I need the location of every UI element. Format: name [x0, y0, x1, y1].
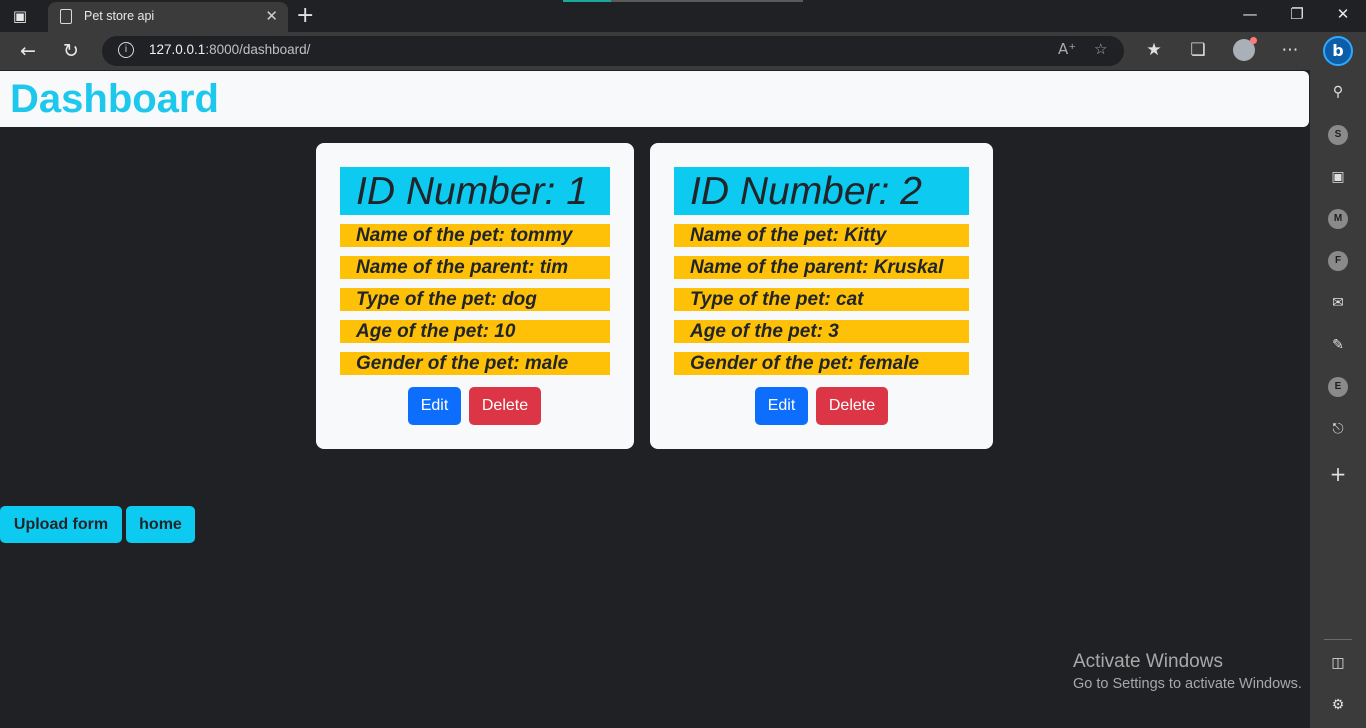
bell-icon[interactable]: ⎋ [1328, 419, 1348, 439]
address-bar-row: ← ↻ i 127.0.0.1:8000/dashboard/ A⁺ ☆ ★ ❏… [0, 32, 1366, 70]
tab-strip: ▣ Pet store api ✕ + — ❐ ✕ [0, 0, 1366, 32]
more-icon[interactable]: ⋯ [1278, 40, 1302, 60]
minimize-icon[interactable]: — [1230, 5, 1270, 23]
sidebar-app-s[interactable]: S [1328, 125, 1348, 145]
url-input[interactable]: i 127.0.0.1:8000/dashboard/ A⁺ ☆ [102, 36, 1124, 66]
info-icon[interactable]: i [118, 42, 134, 58]
page-title: Dashboard [10, 77, 219, 121]
outlook-icon[interactable]: ✉ [1328, 293, 1348, 313]
star-plus-icon[interactable]: ☆ [1094, 40, 1107, 58]
browser-tab[interactable]: Pet store api ✕ [48, 2, 288, 32]
drawing-icon[interactable]: ✎ [1328, 335, 1348, 355]
sidebar-app-f[interactable]: F [1328, 251, 1348, 271]
upload-form-button[interactable]: Upload form [0, 506, 122, 543]
pet-gender: Gender of the pet: male [340, 352, 610, 375]
edge-sidebar: ⚲ S ▣ M F ✉ ✎ E ⎋ + ◫ ⚙ [1310, 70, 1366, 728]
pet-card: ID Number: 2 Name of the pet: Kitty Name… [650, 143, 993, 449]
bing-icon[interactable]: b [1323, 36, 1353, 66]
activation-watermark-subtitle: Go to Settings to activate Windows. [1073, 676, 1302, 692]
url-text: 127.0.0.1:8000/dashboard/ [149, 42, 311, 57]
close-icon[interactable]: ✕ [265, 7, 278, 25]
pet-parent: Name of the parent: tim [340, 256, 610, 279]
plus-icon[interactable]: + [296, 3, 314, 29]
restore-icon[interactable]: ❐ [1277, 5, 1317, 23]
dashboard-header: Dashboard [0, 71, 1309, 127]
delete-button[interactable]: Delete [816, 387, 888, 425]
pet-type: Type of the pet: cat [674, 288, 969, 311]
plus-icon[interactable]: + [1328, 464, 1348, 484]
arrow-left-icon[interactable]: ← [15, 40, 41, 62]
sidebar-app-m[interactable]: M [1328, 209, 1348, 229]
home-button[interactable]: home [126, 506, 195, 543]
sidebar-divider [1324, 639, 1352, 640]
notification-dot [1250, 37, 1257, 44]
tab-title: Pet store api [84, 9, 155, 23]
pet-name: Name of the pet: tommy [340, 224, 610, 247]
favorites-icon[interactable]: ★ [1142, 40, 1166, 60]
pet-id-heading: ID Number: 2 [674, 167, 969, 215]
pet-gender: Gender of the pet: female [674, 352, 969, 375]
pet-parent: Name of the parent: Kruskal [674, 256, 969, 279]
gear-icon[interactable]: ⚙ [1328, 695, 1348, 715]
pet-id-heading: ID Number: 1 [340, 167, 610, 215]
pet-age: Age of the pet: 3 [674, 320, 969, 343]
pet-name: Name of the pet: Kitty [674, 224, 969, 247]
panel-icon[interactable]: ◫ [1328, 653, 1348, 673]
read-aloud-icon[interactable]: A⁺ [1058, 40, 1076, 58]
tab-accent [563, 0, 611, 2]
activation-watermark-title: Activate Windows [1073, 651, 1223, 672]
pet-card: ID Number: 1 Name of the pet: tommy Name… [316, 143, 634, 449]
edit-button[interactable]: Edit [408, 387, 461, 425]
edit-button[interactable]: Edit [755, 387, 808, 425]
briefcase-icon[interactable]: ▣ [1328, 167, 1348, 187]
search-icon[interactable]: ⚲ [1328, 82, 1348, 102]
refresh-icon[interactable]: ↻ [58, 40, 84, 62]
tab-actions-icon[interactable]: ▣ [10, 6, 30, 26]
collections-icon[interactable]: ❏ [1186, 40, 1210, 60]
sidebar-app-e[interactable]: E [1328, 377, 1348, 397]
tab-accent-secondary [611, 0, 803, 2]
pet-type: Type of the pet: dog [340, 288, 610, 311]
close-icon[interactable]: ✕ [1323, 5, 1363, 23]
profile-icon[interactable] [1233, 37, 1257, 61]
page-icon [60, 9, 72, 24]
delete-button[interactable]: Delete [469, 387, 541, 425]
pet-age: Age of the pet: 10 [340, 320, 610, 343]
